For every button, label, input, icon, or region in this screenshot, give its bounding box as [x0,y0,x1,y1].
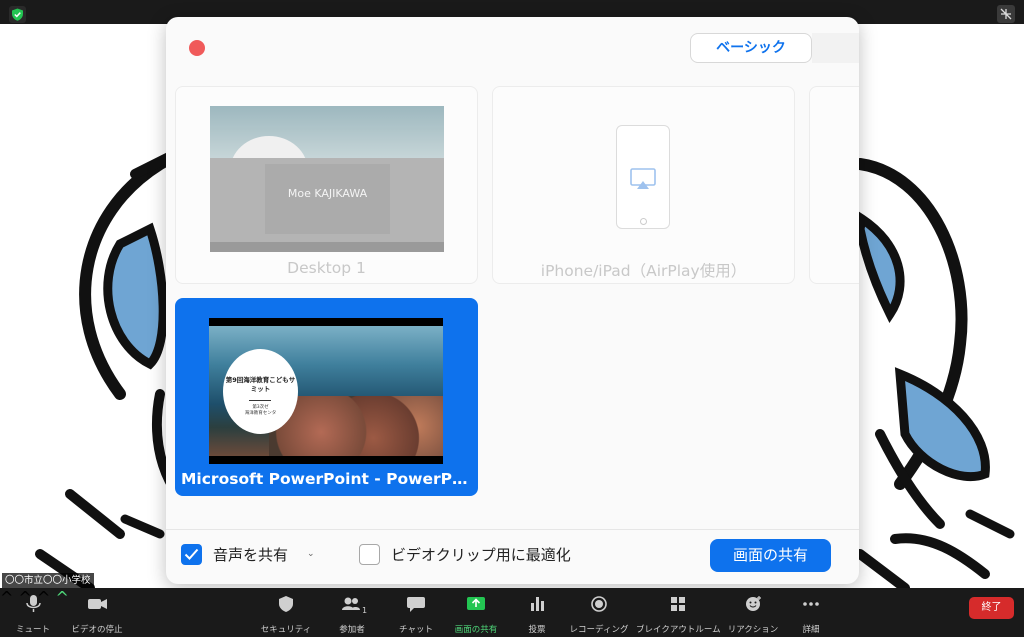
grid-icon [671,597,685,611]
encryption-shield-icon[interactable] [9,6,26,23]
share-option-partial[interactable] [809,86,859,284]
share-option-powerpoint[interactable]: 第9回海洋教育こどもサミット 第3次ゼ 海洋教育センタ Microsoft Pow… [175,298,478,496]
record-icon [591,596,607,612]
bar-chart-icon [531,597,544,611]
preview-participant-name: Moe KAJIKAWA [287,187,368,200]
share-option-label: Desktop 1 [287,259,366,277]
polls-button[interactable]: 投票 [520,588,554,637]
mute-button[interactable]: ミュート [12,588,54,637]
tab-basic[interactable]: ベーシック [690,33,812,63]
share-audio-checkbox[interactable] [181,544,202,565]
chevron-down-icon[interactable]: ⌄ [307,549,315,559]
airplay-icon [630,168,656,189]
share-screen-icon [467,597,485,610]
share-screen-dialog: ベーシック Moe KAJIKAWA Desktop 1 iPhone/iPad… [166,17,859,584]
share-options-chevron-icon[interactable]: ^ [56,588,69,607]
participants-count: 1 [362,606,368,615]
participant-name-tag: 〇〇市立〇〇小学校 [2,573,94,588]
smiley-plus-icon [746,596,761,611]
optimize-video-checkbox[interactable] [359,544,380,565]
share-option-label: iPhone/iPad（AirPlay使用） [540,262,747,280]
zoom-meeting-window: 〇〇市立〇〇小学校 ベーシック Moe KAJIKAWA Desktop 1 i… [0,0,1024,637]
share-option-iphone-ipad[interactable]: iPhone/iPad（AirPlay使用） [492,86,795,284]
end-meeting-button[interactable]: 終了 [969,597,1014,619]
security-button[interactable]: セキュリティ [258,588,314,637]
slide-subtitle: 第3次ゼ 海洋教育センタ [244,405,277,416]
stop-video-button[interactable]: ビデオの停止 [70,588,124,637]
footer-divider [166,529,859,530]
phone-icon [616,125,670,229]
more-dots-icon [803,602,819,606]
video-camera-icon [88,599,107,609]
share-option-desktop[interactable]: Moe KAJIKAWA Desktop 1 [175,86,478,284]
desktop-preview: Moe KAJIKAWA [210,106,444,252]
breakout-rooms-button[interactable]: ブレイクアウトルーム [636,588,721,637]
share-audio-label: 音声を共有 [213,546,289,564]
share-screen-button[interactable]: 画面の共有 [710,539,831,572]
chat-button[interactable]: チャット [394,588,438,637]
chat-bubble-icon [407,597,425,612]
microphone-icon [26,595,41,612]
slide-title: 第9回海洋教育こどもサミット [225,376,296,393]
optimize-video-label: ビデオクリップ用に最適化 [391,546,571,564]
shield-icon [279,596,293,612]
powerpoint-preview: 第9回海洋教育こどもサミット 第3次ゼ 海洋教育センタ [209,318,443,464]
close-dialog-button[interactable] [189,40,205,56]
exit-fullscreen-icon[interactable] [997,5,1015,23]
reactions-button[interactable]: リアクション [724,588,782,637]
more-button[interactable]: 詳細 [796,588,826,637]
share-option-label: Microsoft PowerPoint - PowerPoint... [181,470,478,488]
tab-strip-overflow [812,33,859,63]
meeting-toolbar: ミュート ^ ビデオの停止 ^ セキュリティ 参加者 1 ^ チャット 画面の共… [0,588,1024,637]
recording-button[interactable]: レコーディング [568,588,630,637]
share-screen-toolbar-button[interactable]: 画面の共有 [452,588,500,637]
